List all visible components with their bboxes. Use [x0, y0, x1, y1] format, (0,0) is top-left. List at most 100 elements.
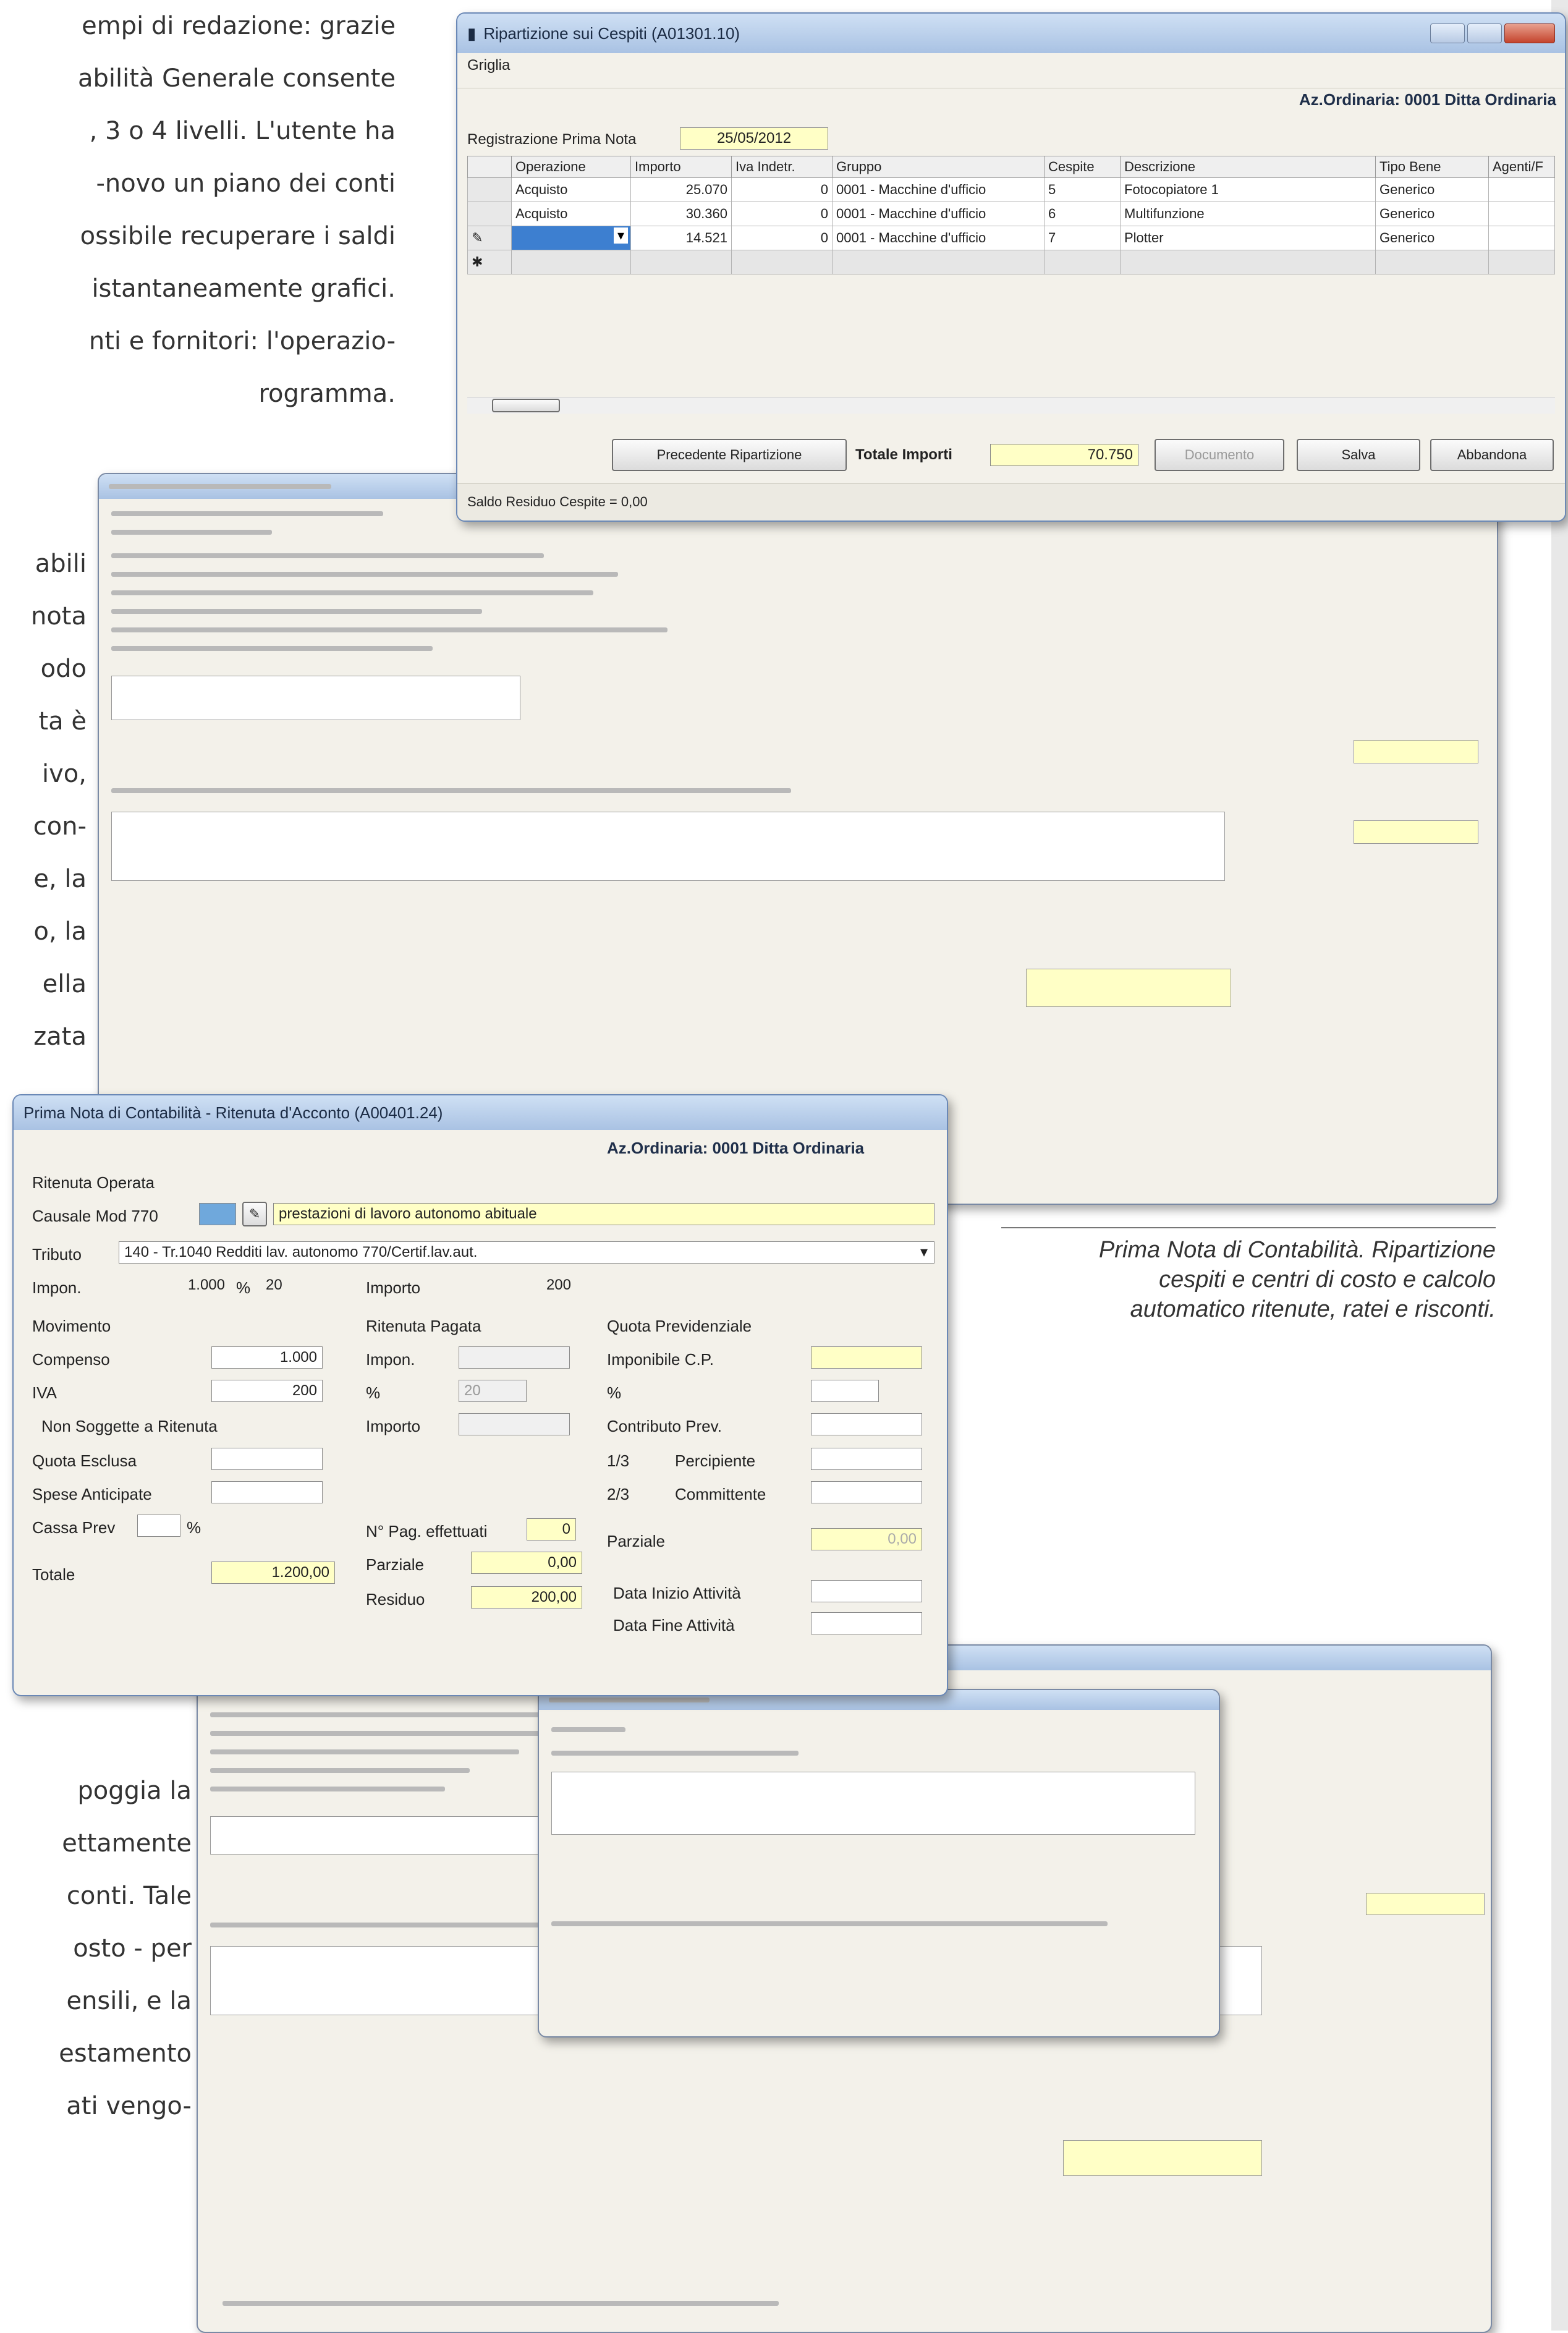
ritenuta-operata-heading: Ritenuta Operata [32, 1173, 155, 1192]
cell-iva[interactable] [731, 250, 833, 274]
ritenuta-pagata-heading: Ritenuta Pagata [366, 1317, 481, 1335]
reg-date-field[interactable]: 25/05/2012 [680, 127, 828, 150]
cell-agenti[interactable] [1488, 250, 1555, 274]
col-gruppo[interactable]: Gruppo [832, 156, 1045, 178]
cell-operazione[interactable] [511, 250, 631, 274]
spese-anticipate-label: Spese Anticipate [32, 1485, 152, 1503]
maximize-button[interactable] [1467, 23, 1502, 43]
cell-agenti[interactable] [1488, 226, 1555, 250]
cell-tipo-bene[interactable]: Generico [1375, 202, 1489, 226]
cespiti-grid-header: Operazione Importo Iva Indetr. Gruppo Ce… [467, 156, 1555, 178]
totale-field: 1.200,00 [211, 1562, 335, 1584]
col-cespite[interactable]: Cespite [1044, 156, 1121, 178]
parziale2-label: Parziale [607, 1532, 665, 1550]
reg-prima-nota-label: Registrazione Prima Nota [467, 131, 637, 148]
cell-agenti[interactable] [1488, 177, 1555, 202]
spese-anticipate-field[interactable] [211, 1481, 323, 1503]
ritenuta-titlebar[interactable]: Prima Nota di Contabilità - Ritenuta d'A… [14, 1095, 947, 1130]
col-agenti[interactable]: Agenti/F [1488, 156, 1555, 178]
cell-importo[interactable]: 14.521 [630, 226, 732, 250]
cell-gruppo[interactable] [832, 250, 1045, 274]
pct2-field[interactable]: 20 [459, 1380, 527, 1402]
table-row[interactable]: Acquisto 25.070 0 0001 - Macchine d'uffi… [467, 177, 1555, 202]
col-tipo-bene[interactable]: Tipo Bene [1375, 156, 1489, 178]
parziale-label: Parziale [366, 1555, 424, 1574]
scrollbar-thumb[interactable] [492, 399, 560, 412]
cell-tipo-bene[interactable]: Generico [1375, 226, 1489, 250]
causale-code-field[interactable] [199, 1203, 236, 1225]
cell-iva[interactable]: 0 [731, 202, 833, 226]
cespiti-menu-griglia[interactable]: Griglia [457, 53, 1565, 88]
pct3-field[interactable] [811, 1380, 879, 1402]
cell-importo[interactable]: 30.360 [630, 202, 732, 226]
ritenuta-window: Prima Nota di Contabilità - Ritenuta d'A… [12, 1094, 948, 1696]
cell-descrizione[interactable]: Multifunzione [1120, 202, 1376, 226]
committente-field[interactable] [811, 1481, 922, 1503]
col-operazione[interactable]: Operazione [511, 156, 631, 178]
cell-gruppo[interactable]: 0001 - Macchine d'ufficio [832, 226, 1045, 250]
cell-iva[interactable]: 0 [731, 226, 833, 250]
npag-field[interactable]: 0 [527, 1518, 576, 1540]
totale-importi-field: 70.750 [990, 444, 1138, 466]
cespiti-titlebar[interactable]: ▮ Ripartizione sui Cespiti (A01301.10) [457, 14, 1565, 53]
minimize-button[interactable] [1430, 23, 1465, 43]
row-selector-header [467, 156, 512, 178]
data-inizio-field[interactable] [811, 1580, 922, 1602]
contributo-field[interactable] [811, 1413, 922, 1435]
documento-button[interactable]: Documento [1155, 439, 1284, 471]
table-row-new[interactable]: ✱ [467, 250, 1555, 274]
cell-cespite[interactable]: 7 [1044, 226, 1121, 250]
cell-gruppo[interactable]: 0001 - Macchine d'ufficio [832, 202, 1045, 226]
cell-agenti[interactable] [1488, 202, 1555, 226]
cell-importo[interactable]: 25.070 [630, 177, 732, 202]
cell-descrizione[interactable] [1120, 250, 1376, 274]
cell-cespite[interactable]: 6 [1044, 202, 1121, 226]
cell-tipo-bene[interactable]: Generico [1375, 177, 1489, 202]
table-row-editing[interactable]: ✎ ▾ 14.521 0 0001 - Macchine d'ufficio 7… [467, 226, 1555, 250]
compenso-field[interactable]: 1.000 [211, 1346, 323, 1369]
col-descrizione[interactable]: Descrizione [1120, 156, 1376, 178]
cassa-prev-percent-sign: % [187, 1518, 201, 1537]
impon-field[interactable]: 1.000 [137, 1275, 230, 1297]
data-fine-field[interactable] [811, 1612, 922, 1634]
cell-operazione-dropdown[interactable]: ▾ [511, 226, 631, 250]
cell-iva[interactable]: 0 [731, 177, 833, 202]
col-importo[interactable]: Importo [630, 156, 732, 178]
salva-button[interactable]: Salva [1297, 439, 1420, 471]
cell-cespite[interactable] [1044, 250, 1121, 274]
cell-descrizione[interactable]: Plotter [1120, 226, 1376, 250]
cell-gruppo[interactable]: 0001 - Macchine d'ufficio [832, 177, 1045, 202]
cell-importo[interactable] [630, 250, 732, 274]
importo2-field[interactable] [459, 1413, 570, 1435]
causale-lookup-button[interactable]: ✎ [242, 1202, 267, 1226]
prima-nota-window-copy [197, 1644, 1492, 2333]
cell-operazione[interactable]: Acquisto [511, 177, 631, 202]
abbandona-button[interactable]: Abbandona [1430, 439, 1554, 471]
cassa-prev-percent-field[interactable] [137, 1515, 180, 1537]
horizontal-scrollbar[interactable] [467, 397, 1555, 414]
iva-field[interactable]: 200 [211, 1380, 323, 1402]
percent-field[interactable]: 20 [261, 1275, 347, 1297]
quota-esclusa-field[interactable] [211, 1448, 323, 1470]
table-row[interactable]: Acquisto 30.360 0 0001 - Macchine d'uffi… [467, 202, 1555, 226]
percipiente-field[interactable] [811, 1448, 922, 1470]
importo2-label: Importo [366, 1417, 421, 1435]
cell-descrizione[interactable]: Fotocopiatore 1 [1120, 177, 1376, 202]
tributo-select[interactable]: 140 - Tr.1040 Redditi lav. autonomo 770/… [119, 1241, 934, 1264]
close-button[interactable] [1504, 23, 1555, 43]
row-selector[interactable] [467, 202, 512, 226]
importo-field[interactable]: 200 [483, 1275, 576, 1297]
causale-description-field[interactable]: prestazioni di lavoro autonomo abituale [273, 1203, 934, 1225]
cespiti-title: Ripartizione sui Cespiti (A01301.10) [483, 23, 740, 43]
row-selector[interactable] [467, 177, 512, 202]
cell-cespite[interactable]: 5 [1044, 177, 1121, 202]
col-iva-indetr[interactable]: Iva Indetr. [731, 156, 833, 178]
edit-icon: ✎ [248, 1206, 261, 1222]
cell-tipo-bene[interactable] [1375, 250, 1489, 274]
impon2-field[interactable] [459, 1346, 570, 1369]
imponibile-cp-field[interactable] [811, 1346, 922, 1369]
precedente-ripartizione-button[interactable]: Precedente Ripartizione [612, 439, 847, 471]
impon2-label: Impon. [366, 1350, 415, 1369]
chevron-down-icon[interactable]: ▾ [613, 227, 628, 244]
cell-operazione[interactable]: Acquisto [511, 202, 631, 226]
